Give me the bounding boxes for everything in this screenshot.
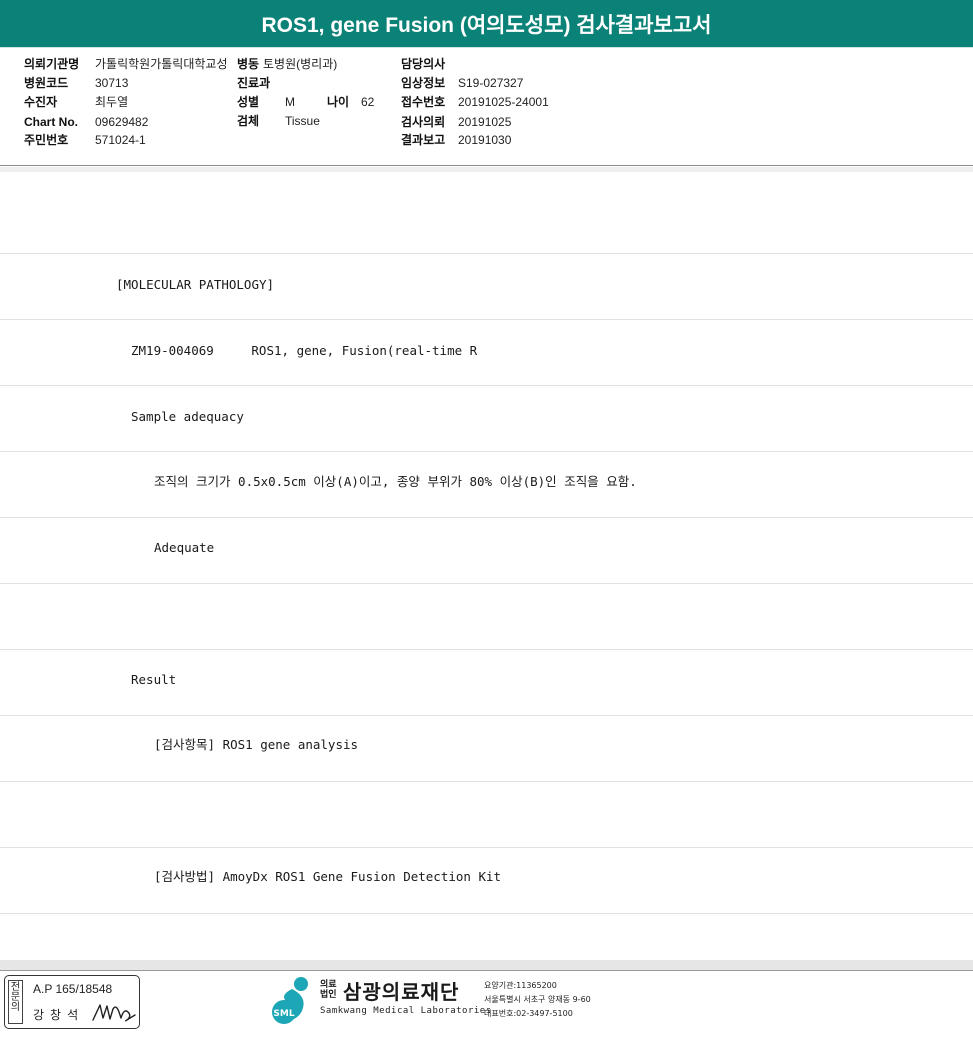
- hospital-code-value: 30713: [95, 76, 129, 90]
- report-row: [검사방법] AmoyDx ROS1 Gene Fusion Detection…: [0, 848, 973, 914]
- physician-name: 강창석: [33, 1008, 85, 1022]
- hospital-code-label: 병원코드: [24, 76, 69, 90]
- report-row: Sample adequacy: [0, 386, 973, 452]
- age-label: 나이: [327, 95, 350, 109]
- department-label: 진료과: [237, 76, 271, 90]
- logo-prefix: 의료 법인: [320, 980, 337, 1000]
- report-header: 의뢰기관명 가톨릭학원가톨릭대학교성 병동 토병원(병리과) 담당의사 병원코드…: [0, 49, 973, 166]
- sex-label: 성별: [237, 95, 260, 109]
- report-row: Adequate: [0, 518, 973, 584]
- institution-value: 가톨릭학원가톨릭대학교성: [95, 57, 228, 71]
- physician-stamp: 전문의 A.P 165/18548 강창석: [4, 975, 140, 1029]
- chart-no-label: Chart No.: [24, 115, 78, 129]
- report-row: [0, 188, 973, 254]
- signature-icon: [92, 1004, 136, 1022]
- report-row: [0, 914, 973, 960]
- result-report-label: 결과보고: [401, 133, 446, 147]
- report-row: Result: [0, 650, 973, 716]
- physician-license: A.P 165/18548: [33, 982, 113, 996]
- test-method-line: [검사방법] AmoyDx ROS1 Gene Fusion Detection…: [154, 869, 502, 884]
- report-title: ROS1, gene Fusion (여의도성모) 검사결과보고서: [0, 0, 973, 48]
- report-row: [0, 584, 973, 650]
- result-heading: Result: [131, 672, 177, 687]
- clinical-info-label: 임상정보: [401, 76, 446, 90]
- lab-name: 삼광의료재단: [343, 980, 460, 1004]
- receipt-no-value: 20191025-24001: [458, 95, 549, 109]
- specimen-value: Tissue: [285, 114, 320, 128]
- lab-english-name: Samkwang Medical Laboratories: [320, 1006, 492, 1016]
- logo-badge-text: SML: [273, 1009, 294, 1019]
- clinical-info-value: S19-027327: [458, 76, 524, 90]
- sample-adequacy-heading: Sample adequacy: [131, 409, 244, 424]
- test-item-line: [검사항목] ROS1 gene analysis: [154, 737, 359, 752]
- receipt-no-label: 접수번호: [401, 95, 446, 109]
- doctor-label: 담당의사: [401, 57, 446, 71]
- lab-logo: SML 의료 법인 삼광의료재단 Samkwang Medical Labora…: [270, 975, 600, 1030]
- sex-value: M: [285, 95, 295, 109]
- logo-prefix-2: 법인: [320, 990, 337, 1000]
- institution-label: 의뢰기관명: [24, 57, 80, 71]
- test-request-label: 검사의뢰: [401, 115, 446, 129]
- sample-adequacy-value: Adequate: [154, 540, 215, 555]
- test-code-line: ZM19-004069 ROS1, gene, Fusion(real-time…: [131, 343, 478, 358]
- sample-requirement-text: 조직의 크기가 0.5x0.5cm 이상(A)이고, 종양 부위가 80% 이상…: [154, 474, 637, 489]
- report-row: [MOLECULAR PATHOLOGY]: [0, 254, 973, 320]
- result-report-value: 20191030: [458, 133, 512, 147]
- test-request-value: 20191025: [458, 115, 512, 129]
- footer-separator: [0, 960, 973, 971]
- patient-label: 수진자: [24, 95, 58, 109]
- report-row: [검사항목] ROS1 gene analysis: [0, 716, 973, 782]
- lab-address: 서울특별시 서초구 양재동 9-60: [484, 995, 591, 1004]
- logo-prefix-1: 의료: [320, 980, 337, 990]
- sml-logo-icon: SML: [272, 977, 308, 1024]
- specialist-vertical-label: 전문의: [8, 980, 23, 1024]
- age-value: 62: [361, 95, 375, 109]
- chart-no-value: 09629482: [95, 115, 149, 129]
- report-row: ZM19-004069 ROS1, gene, Fusion(real-time…: [0, 320, 973, 386]
- ward-label: 병동: [237, 57, 260, 71]
- ward-value: 토병원(병리과): [263, 57, 338, 71]
- report-row: [0, 782, 973, 848]
- header-separator: [0, 167, 973, 172]
- care-institution-no: 요양기관:11365200: [484, 981, 557, 990]
- patient-value: 최두열: [95, 95, 129, 109]
- resident-no-label: 주민번호: [24, 133, 69, 147]
- lab-phone: 대표번호:02-3497-5100: [484, 1009, 573, 1018]
- report-row: 조직의 크기가 0.5x0.5cm 이상(A)이고, 종양 부위가 80% 이상…: [0, 452, 973, 518]
- specimen-label: 검체: [237, 114, 260, 128]
- resident-no-value: 571024-1: [95, 133, 146, 147]
- section-heading: [MOLECULAR PATHOLOGY]: [116, 277, 275, 292]
